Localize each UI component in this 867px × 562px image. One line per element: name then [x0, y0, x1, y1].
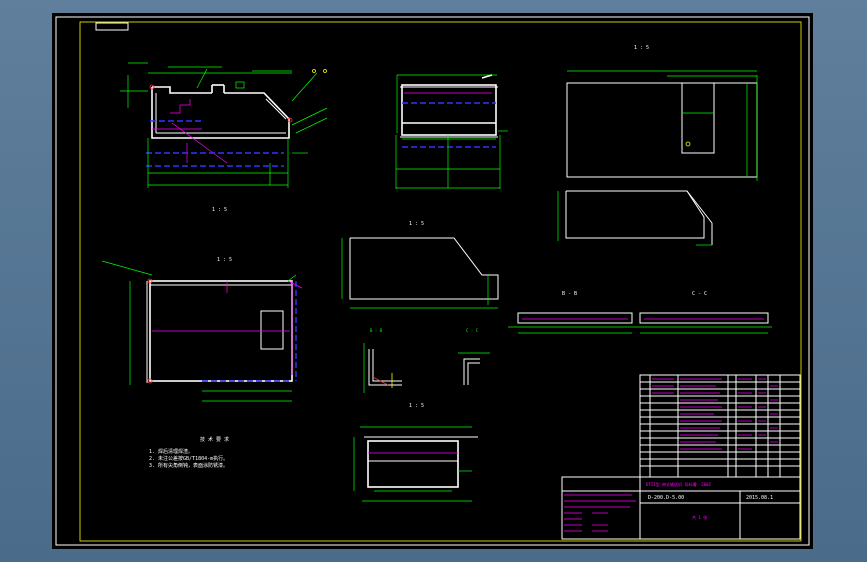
tech-notes: 技 术 要 求 1. 焊后清理焊渣。 2. 未注公差按GB/T1804-m执行。… [149, 436, 229, 469]
drawing-canvas: 1 : 5 1 : 5 1: 5 1: 5 B - B C - C B - … [55, 16, 810, 546]
notes-title: 技 术 要 求 [200, 436, 229, 443]
note-1: 1. 焊后清理焊渣。 [149, 448, 193, 455]
drawing-title: DTII型 带式输送机 导料槽 -200Z [646, 481, 711, 487]
section-c-label: C - C [466, 328, 479, 333]
strip-left-label: B - B [562, 291, 577, 297]
drawing-number: D-200.D-5.00 [648, 495, 684, 501]
note-2: 2. 未注公差按GB/T1804-m执行。 [149, 455, 228, 462]
note-3: 3. 所有尖角倒钝，表面涂防锈漆。 [149, 462, 228, 469]
front-view-label: 1 : 5 [212, 207, 227, 213]
detail-top-right: 1 : 5 [557, 45, 758, 246]
strip-right-label: C - C [692, 291, 707, 297]
sections: B - B C - C [363, 328, 490, 393]
bottom-view: 1 : 5 [353, 403, 478, 502]
detail-top-right-label: 1 : 5 [634, 45, 649, 51]
top-view [395, 74, 508, 189]
bottom-view-label: 1 : 5 [409, 403, 424, 409]
middle-profile-label: 1 : 5 [409, 221, 424, 227]
mid-left-label: 1 : 5 [217, 257, 232, 263]
mid-left-view: 1 : 5 [101, 257, 303, 402]
section-b-label: B - B [370, 328, 383, 333]
drawing-date: 2015.08.1 [746, 495, 773, 501]
frame-tag [95, 22, 129, 31]
middle-profile: 1 : 5 [341, 221, 499, 309]
sheet-count: 共 1 张 [692, 514, 707, 520]
strip-views: B - B C - C [508, 291, 772, 334]
front-view: 1 : 5 [120, 62, 328, 213]
cad-viewport[interactable]: 1 : 5 1 : 5 1: 5 1: 5 B - B C - C B - … [52, 13, 813, 549]
title-block: DTII型 带式输送机 导料槽 -200Z D-200.D-5.00 2015.… [561, 374, 801, 540]
